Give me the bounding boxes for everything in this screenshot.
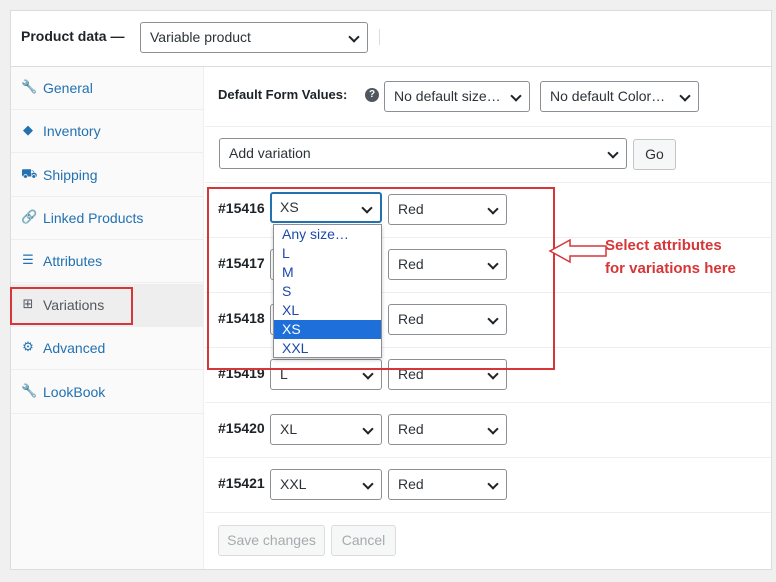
default-form-values-label: Default Form Values: <box>218 87 348 102</box>
tab-label: Shipping <box>43 167 98 183</box>
header-divider <box>379 29 380 45</box>
divider <box>205 402 771 403</box>
tab-label: Advanced <box>43 340 106 356</box>
tab-inventory[interactable]: ◆ Inventory <box>11 110 204 153</box>
chevron-down-icon <box>487 368 499 380</box>
variation-size-value: XL <box>280 421 298 437</box>
variations-tab-highlight <box>10 287 133 325</box>
help-icon[interactable]: ? <box>365 88 379 102</box>
chevron-down-icon <box>679 90 691 102</box>
default-size-value: No default size… <box>394 88 501 104</box>
chevron-down-icon <box>487 423 499 435</box>
wrench-icon: 🔧 <box>21 79 38 94</box>
wrench-icon: 🔧 <box>21 383 38 398</box>
truck-icon: ⛟ <box>21 166 38 181</box>
variation-color-select[interactable]: Red <box>388 414 507 445</box>
chevron-down-icon <box>362 368 374 380</box>
variation-size-value: XXL <box>280 476 307 492</box>
add-variation-value: Add variation <box>229 145 311 161</box>
tab-label: LookBook <box>43 384 106 400</box>
product-type-value: Variable product <box>150 29 251 45</box>
chevron-down-icon <box>487 478 499 490</box>
gear-icon: ⚙ <box>22 339 34 354</box>
chevron-down-icon <box>362 478 374 490</box>
chevron-down-icon <box>607 147 619 159</box>
variation-color-value: Red <box>398 476 424 492</box>
default-size-select[interactable]: No default size… <box>384 81 530 112</box>
tab-attributes[interactable]: ☰ Attributes <box>11 240 204 283</box>
tab-label: General <box>43 80 93 96</box>
tab-label: Linked Products <box>43 210 144 226</box>
divider <box>205 126 771 127</box>
divider <box>205 512 771 513</box>
annotation-line: for variations here <box>605 260 736 277</box>
chevron-down-icon <box>362 423 374 435</box>
tab-shipping[interactable]: ⛟ Shipping <box>11 154 204 197</box>
variation-size-select[interactable]: XL <box>270 414 382 445</box>
product-data-header: Product data — Variable product <box>11 11 771 67</box>
save-changes-button[interactable]: Save changes <box>218 525 325 556</box>
divider <box>205 457 771 458</box>
tab-linked-products[interactable]: 🔗 Linked Products <box>11 197 204 240</box>
attributes-highlight-box <box>207 187 555 370</box>
variation-id: #15420 <box>218 420 265 436</box>
chevron-down-icon <box>510 90 522 102</box>
product-type-select[interactable]: Variable product <box>140 22 368 53</box>
tag-icon: ◆ <box>23 122 33 137</box>
list-icon: ☰ <box>22 252 34 267</box>
annotation-text: Select attributes for variations here <box>605 234 736 280</box>
variation-color-select[interactable]: Red <box>388 469 507 500</box>
cancel-button[interactable]: Cancel <box>331 525 396 556</box>
panel-title: Product data — <box>21 28 125 44</box>
tab-label: Attributes <box>43 253 103 269</box>
tab-advanced[interactable]: ⚙ Advanced <box>11 327 204 370</box>
add-variation-select[interactable]: Add variation <box>219 138 627 169</box>
variation-id: #15421 <box>218 475 265 491</box>
tab-general[interactable]: 🔧 General <box>11 67 204 110</box>
default-color-value: No default Color… <box>550 88 666 104</box>
variation-size-select[interactable]: XXL <box>270 469 382 500</box>
link-icon: 🔗 <box>21 209 38 224</box>
chevron-down-icon <box>348 31 360 43</box>
left-arrow-icon <box>548 238 607 264</box>
variation-color-value: Red <box>398 421 424 437</box>
go-button[interactable]: Go <box>633 139 676 170</box>
annotation-line: Select attributes <box>605 237 722 254</box>
tab-label: Inventory <box>43 123 101 139</box>
default-color-select[interactable]: No default Color… <box>540 81 699 112</box>
tab-lookbook[interactable]: 🔧 LookBook <box>11 371 204 414</box>
divider <box>205 182 771 183</box>
